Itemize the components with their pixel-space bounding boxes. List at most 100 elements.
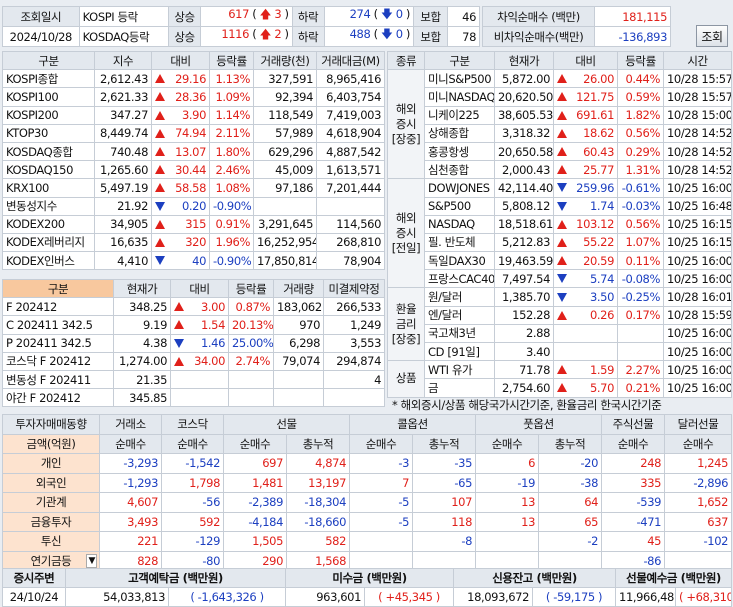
investor-value: 64 [538, 492, 603, 513]
up-triangle-icon [174, 302, 184, 312]
global-row[interactable]: 심천종합 2,000.43 25.77 1.31% 10/28 14:52 [388, 160, 732, 180]
futures-name: 코스닥 F 202412 [2, 351, 114, 371]
col-header: 구분 [2, 278, 114, 299]
index-row[interactable]: KODEX인버스 4,410 40 -0.90% 17,850,814 78,904 [2, 251, 385, 271]
index-row[interactable]: KRX100 5,497.19 58.58 1.08% 97,186 7,201,444 [2, 178, 385, 198]
futures-price: 4.38 [113, 333, 171, 353]
market-name: KOSDAQ등락 [78, 26, 170, 47]
down-triangle-icon [557, 292, 567, 302]
query-button[interactable]: 조회 [696, 25, 728, 47]
index-volume: 17,850,814 [253, 251, 317, 271]
investor-value: 3,493 [99, 511, 162, 532]
global-row[interactable]: 프랑스CAC40 7,497.54 5.74 -0.08% 10/25 16:00 [388, 269, 732, 289]
index-name: KODEX인버스 [2, 251, 95, 271]
global-row[interactable]: 금 2,754.60 5.70 0.21% 10/25 16:00 [388, 378, 732, 398]
global-row[interactable]: 해외증시[장중] 미니S&P500 5,872.00 26.00 0.44% 10/28 … [387, 69, 732, 180]
kospi-down-count: 274 ( 🡇 0 ) [323, 6, 414, 27]
futures-row[interactable]: F 202412 348.25 3.00 0.87% 183,062 266,533 [2, 297, 385, 317]
index-value: 2,621.33 [94, 87, 152, 107]
global-time: 10/25 16:15 [663, 232, 732, 253]
up-triangle-icon [557, 74, 567, 84]
up-triangle-icon [557, 237, 567, 247]
futures-price: 348.25 [113, 297, 171, 317]
global-row[interactable]: CD [91일] 3.40 10/25 16:00 [388, 341, 732, 362]
up-triangle-icon [557, 310, 567, 320]
global-row[interactable]: 상해종합 3,318.32 18.62 0.56% 10/28 14:52 [388, 123, 732, 143]
index-row[interactable]: 변동성지수 21.92 0.20 -0.90% [2, 196, 385, 216]
investor-value: 13,197 [286, 472, 350, 493]
futures-deposit-change: ( +68,310 ) [675, 587, 733, 607]
index-name: KOSPI200 [2, 105, 95, 125]
index-row[interactable]: KOSDAQ종합 740.48 13.07 1.80% 629,296 4,887,542 [2, 141, 385, 162]
index-row[interactable]: KOSPI200 347.27 3.90 1.14% 118,549 7,419,003 [2, 105, 385, 125]
global-row[interactable]: 홍콩항셍 20,650.58 60.43 0.29% 10/28 14:52 [388, 141, 732, 162]
change-cell: 26.00 [553, 69, 618, 89]
global-time: 10/25 16:48 [663, 196, 732, 216]
index-amount: 78,904 [316, 251, 385, 271]
index-row[interactable]: KOSDAQ150 1,265.60 30.44 2.46% 45,009 1,613,5… [2, 160, 385, 180]
global-row[interactable]: 환율금리[장중] 원/달러 1,385.70 3.50 -0.25% 10/28 16:0… [387, 287, 732, 362]
futures-row[interactable]: 변동성 F 202411 21.35 4 [2, 369, 385, 390]
up-triangle-icon [557, 128, 567, 138]
col-header: 등락률 [617, 50, 664, 71]
index-row[interactable]: KOSPI100 2,621.33 28.36 1.09% 92,394 6,403,75… [2, 87, 385, 107]
global-row[interactable]: S&P500 5,808.12 1.74 -0.03% 10/25 16:48 [388, 196, 732, 216]
global-rate: 0.29% [617, 141, 664, 162]
futures-row[interactable]: C 202411 342.5 9.19 1.54 20.13% 970 1,249 [2, 315, 385, 335]
global-name: 심천종합 [424, 160, 495, 180]
global-row[interactable]: 해외증시[전일] DOWJONES 42,114.40 259.96 -0.61% 10/… [387, 178, 732, 289]
futures-deposit-value: 11,966,487 [615, 587, 677, 607]
futures-rate [228, 369, 274, 390]
global-row[interactable]: 상품 WTI 유가 71.78 1.59 2.27% 10/25 16:00 [387, 360, 732, 398]
index-amount: 8,965,416 [316, 69, 385, 89]
query-date-label: 조회일시 [2, 6, 80, 27]
change-cell: 13.07 [151, 141, 210, 162]
index-value: 1,265.60 [94, 160, 152, 180]
up-triangle-icon [557, 256, 567, 266]
up-triangle-icon [155, 183, 165, 193]
global-row[interactable]: 미니NASDAQ 20,620.50 121.75 0.59% 10/28 15:57 [388, 87, 732, 107]
global-row[interactable]: 독일DAX30 19,463.59 20.59 0.11% 10/25 16:00 [388, 251, 732, 271]
global-row[interactable]: 국고채3년 2.88 10/25 16:00 [388, 323, 732, 344]
investor-row[interactable]: 투신 221 -129 1,505 582 -8 -2 45 -102 [2, 531, 733, 552]
investor-value: -65 [411, 472, 477, 493]
down-triangle-icon [155, 256, 165, 266]
global-row[interactable]: 엔/달러 152.28 0.26 0.17% 10/28 15:59 [388, 305, 732, 325]
index-row[interactable]: KODEX레버리지 16,635 320 1.96% 16,252,954 268,810 [2, 232, 385, 253]
index-amount: 7,419,003 [316, 105, 385, 125]
investor-value: 248 [601, 453, 666, 474]
change-cell: 1.59 [553, 360, 618, 380]
investor-row[interactable]: 외국인 -1,293 1,798 1,481 13,197 7 -65 -19 -38 335 -2… [2, 472, 733, 493]
up-triangle-icon [155, 74, 165, 84]
investor-name: 개인 [2, 453, 100, 474]
change-cell: 691.61 [553, 105, 618, 125]
global-row[interactable]: NASDAQ 18,518.61 103.12 0.56% 10/25 16:15 [388, 214, 732, 234]
index-amount: 4,618,904 [316, 123, 385, 143]
global-row[interactable]: 필. 반도체 5,212.83 55.22 1.07% 10/25 16:15 [388, 232, 732, 253]
change-cell: 259.96 [553, 178, 618, 198]
index-row[interactable]: KODEX200 34,905 315 0.91% 3,291,645 114,560 [2, 214, 385, 234]
global-markets-table: 종류 구분 현재가 대비 등락률 시간 해외증시[장중] 미니S&P500 5,87… [387, 50, 732, 398]
kospi-flat-count: 46 [447, 6, 480, 27]
group-label: 해외증시[전일] [387, 178, 425, 289]
investor-row[interactable]: 금융투자 3,493 592 -4,184 -18,660 -5 118 13 65 -471 63… [2, 511, 733, 532]
index-rate: 2.46% [209, 160, 254, 180]
change-cell: 1.54 [170, 315, 229, 335]
futures-row[interactable]: 야간 F 202412 345.85 [2, 388, 385, 408]
investor-row[interactable]: 기관계 4,607 -56 -2,389 -18,304 -5 107 13 64 -539 1,6… [2, 492, 733, 513]
global-name: CD [91일] [424, 341, 495, 362]
futures-row[interactable]: P 202411 342.5 4.38 1.46 25.00% 6,298 3,553 [2, 333, 385, 353]
investor-row[interactable]: 개인 -3,293 -1,542 697 4,874 -3 -35 6 -20 248 1,245 [2, 453, 733, 474]
index-rate: 1.96% [209, 232, 254, 253]
index-row[interactable]: KTOP30 8,449.74 74.94 2.11% 57,989 4,618,904 [2, 123, 385, 143]
global-row[interactable]: 니케이225 38,605.53 691.61 1.82% 10/28 15:00 [388, 105, 732, 125]
futures-row[interactable]: 코스닥 F 202412 1,274.00 34.00 2.74% 79,074 294,… [2, 351, 385, 371]
col-header: 선물예수금 (백만원) [615, 568, 733, 588]
futures-volume [273, 369, 324, 390]
dropdown-arrow-icon[interactable]: ▼ [86, 553, 97, 568]
futures-rate: 20.13% [228, 315, 274, 335]
col-header: 미결제약정 [323, 278, 385, 299]
index-row[interactable]: KOSPI종합 2,612.43 29.16 1.13% 327,591 8,965,41… [2, 69, 385, 89]
index-name: KODEX레버리지 [2, 232, 95, 253]
futures-volume: 183,062 [273, 297, 324, 317]
